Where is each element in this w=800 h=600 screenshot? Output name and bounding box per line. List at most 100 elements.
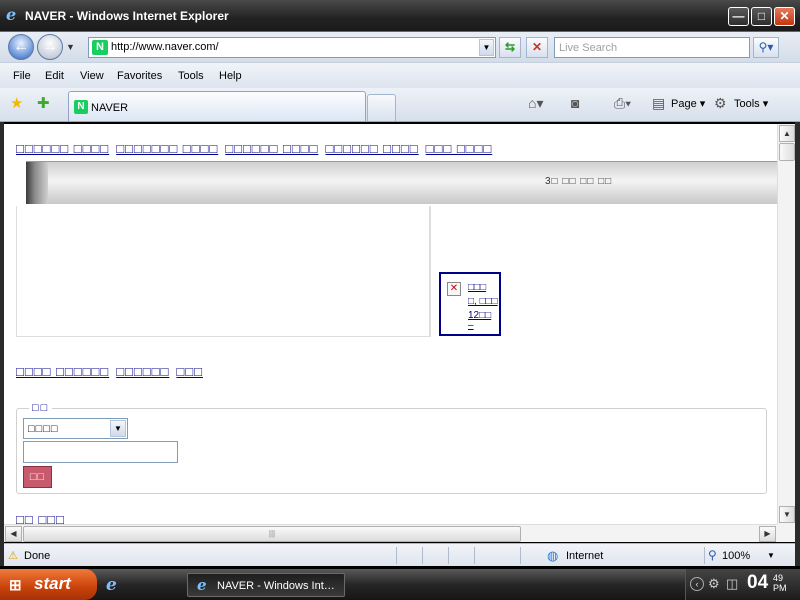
quicklaunch-ie-icon[interactable]: e	[106, 575, 117, 595]
window-title: NAVER - Windows Internet Explorer	[25, 9, 229, 23]
address-dropdown-icon[interactable]: ▼	[479, 39, 494, 56]
refresh-button[interactable]: ⇆	[499, 37, 521, 58]
system-tray: ‹ ⚙ ◫ 04 49 PM	[685, 569, 800, 600]
title-bar: e NAVER - Windows Internet Explorer — □ …	[0, 0, 800, 32]
page-icon: ▤	[652, 95, 666, 111]
status-divider	[704, 547, 705, 564]
clock-hour: 04	[747, 572, 769, 593]
volume-icon[interactable]: ◫	[726, 576, 738, 592]
naver-favicon-icon: N	[92, 40, 108, 55]
zoom-icon[interactable]: ⚲	[708, 548, 717, 562]
status-bar: ⚠ Done ◍ Internet ⚲ 100% ▼	[4, 543, 795, 566]
zoom-level[interactable]: 100%	[722, 550, 750, 562]
menu-tools[interactable]: Tools	[178, 70, 204, 82]
top-link-4[interactable]: □□□□□□ □□□□	[325, 141, 418, 156]
network-icon[interactable]: ⚙	[708, 576, 720, 592]
submit-search-button[interactable]: □□	[23, 466, 52, 488]
broken-image-placeholder[interactable]: ✕ □□□ □, □□□ 12□□ –	[439, 272, 501, 336]
internet-zone-icon: ◍	[547, 548, 559, 563]
show-hidden-icons-icon[interactable]: ‹	[690, 577, 704, 591]
stop-button[interactable]: ✕	[526, 37, 548, 58]
clock-min-value: 49	[773, 573, 784, 583]
horizontal-scrollbar[interactable]: ◀ ||| ▶	[4, 524, 777, 542]
tab-label: NAVER	[91, 102, 129, 114]
top-link-5[interactable]: □□□ □□□□	[426, 141, 493, 156]
page-menu-label: Page	[671, 98, 697, 110]
menu-file[interactable]: File	[13, 70, 31, 82]
header-banner: 3□ □□ □□ □□	[26, 161, 777, 204]
alt-line-4: –	[468, 320, 474, 331]
scroll-down-icon[interactable]: ▼	[779, 506, 795, 523]
home-icon[interactable]: ⌂▾	[528, 95, 543, 112]
chevron-down-icon[interactable]: ▼	[110, 420, 126, 437]
scrollbar-corner	[777, 524, 795, 542]
tab-naver[interactable]: N NAVER	[68, 91, 366, 121]
top-link-1[interactable]: □□□□□□ □□□□	[16, 141, 109, 156]
mid-link-3[interactable]: □□□	[176, 364, 203, 379]
banner-text: 3□ □□ □□ □□	[545, 176, 613, 187]
menu-bar: File Edit View Favorites Tools Help	[0, 62, 800, 88]
windows-logo-icon: ⊞	[9, 577, 22, 594]
tools-gear-icon: ⚙	[714, 95, 727, 111]
menu-view[interactable]: View	[80, 70, 104, 82]
status-text: Done	[24, 550, 51, 562]
add-favorites-icon[interactable]: ✚	[37, 94, 50, 112]
status-divider	[448, 547, 449, 564]
scroll-up-icon[interactable]: ▲	[779, 125, 795, 142]
new-tab-button[interactable]	[367, 94, 396, 121]
page-menu[interactable]: Page ▾	[671, 97, 705, 110]
task-label: NAVER - Windows Int…	[217, 580, 335, 592]
menu-help[interactable]: Help	[219, 70, 242, 82]
scroll-left-icon[interactable]: ◀	[5, 526, 22, 542]
clock-ampm: PM	[773, 583, 787, 593]
search-fieldset: □□ □□□□ ▼ □□	[16, 402, 767, 494]
feeds-icon[interactable]: ◙	[571, 95, 579, 111]
search-type-select[interactable]: □□□□ ▼	[23, 418, 128, 439]
url-text[interactable]: http://www.naver.com/	[111, 41, 219, 53]
top-link-2[interactable]: □□□□□□□ □□□□	[116, 141, 218, 156]
ie-task-icon: e	[197, 576, 207, 594]
alt-line-1: □□□	[468, 282, 487, 293]
back-button[interactable]: ←	[8, 34, 34, 60]
start-button[interactable]: ⊞ start	[0, 569, 97, 600]
image-alt-text: □□□ □, □□□ 12□□ –	[468, 281, 498, 331]
print-icon[interactable]: ⎙▾	[614, 95, 631, 112]
close-button[interactable]: ✕	[774, 7, 795, 26]
recent-pages-dropdown-icon[interactable]: ▼	[66, 42, 75, 52]
mid-link-1[interactable]: □□□□ □□□□□□	[16, 364, 109, 379]
zoom-dropdown-icon[interactable]: ▼	[767, 551, 775, 560]
search-button[interactable]: ⚲▾	[753, 37, 779, 58]
address-field[interactable]: N http://www.naver.com/ ▼	[88, 37, 496, 58]
favorites-center-icon[interactable]: ★	[10, 94, 23, 112]
banner-left-cap	[26, 162, 48, 204]
command-bar: ★ ✚ N NAVER ⌂▾ ◙ ⎙▾ ▤ Page ▾ ⚙ Tools ▾	[0, 88, 800, 122]
menu-edit[interactable]: Edit	[45, 70, 64, 82]
alt-line-2: □, □□□	[468, 296, 498, 307]
status-divider	[422, 547, 423, 564]
minimize-button[interactable]: —	[728, 7, 749, 26]
fieldset-legend: □□	[29, 402, 53, 414]
search-placeholder: Live Search	[559, 42, 618, 54]
bottom-cutoff-link[interactable]: □□ □□□	[16, 512, 65, 524]
address-toolbar: ← → ▼ N http://www.naver.com/ ▼ ⇆ ✕ Live…	[0, 32, 800, 62]
warning-icon[interactable]: ⚠	[8, 549, 18, 562]
taskbar-item-ie[interactable]: e NAVER - Windows Int…	[187, 573, 345, 597]
top-link-3[interactable]: □□□□□□ □□□□	[225, 141, 318, 156]
mid-link-2[interactable]: □□□□□□	[116, 364, 169, 379]
search-input[interactable]: Live Search	[554, 37, 750, 58]
window-frame-right	[795, 122, 800, 566]
status-divider	[520, 547, 521, 564]
vertical-scroll-thumb[interactable]	[779, 143, 795, 161]
broken-image-icon: ✕	[447, 282, 461, 296]
ie-logo-icon: e	[6, 5, 17, 24]
horizontal-scroll-thumb[interactable]: |||	[23, 526, 521, 542]
query-input[interactable]	[23, 441, 178, 463]
select-value: □□□□	[28, 423, 59, 435]
maximize-button[interactable]: □	[751, 7, 772, 26]
taskbar: ⊞ start e e NAVER - Windows Int… ‹ ⚙ ◫ 0…	[0, 569, 800, 600]
vertical-scrollbar[interactable]: ▲ ▼	[777, 124, 795, 524]
menu-favorites[interactable]: Favorites	[117, 70, 162, 82]
tools-menu[interactable]: Tools ▾	[734, 97, 768, 110]
scroll-right-icon[interactable]: ▶	[759, 526, 776, 542]
forward-button[interactable]: →	[37, 34, 63, 60]
